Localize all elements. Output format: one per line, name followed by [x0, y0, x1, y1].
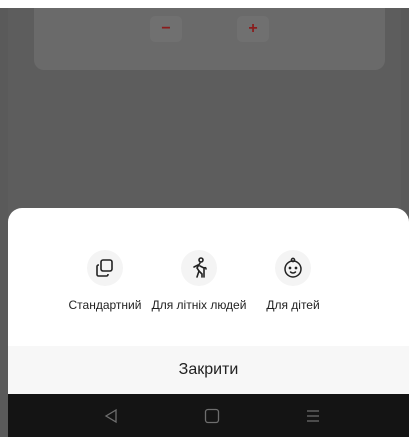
option-children[interactable]: Для дітей	[243, 250, 343, 313]
increase-button[interactable]: +	[237, 16, 269, 42]
menu-icon[interactable]	[305, 408, 321, 429]
option-standard[interactable]: Стандартний	[55, 250, 155, 313]
back-icon[interactable]	[104, 408, 118, 429]
copy-icon	[87, 250, 123, 286]
system-navigation-bar	[8, 394, 409, 437]
baby-face-icon	[275, 250, 311, 286]
decrease-button[interactable]: −	[150, 16, 182, 42]
close-button[interactable]: Закрити	[8, 346, 409, 394]
option-elderly[interactable]: Для літніх людей	[149, 250, 249, 313]
option-label: Для дітей	[266, 298, 320, 312]
option-label: Для літніх людей	[151, 298, 247, 312]
option-label: Стандартний	[68, 298, 142, 312]
background-card: − +	[34, 8, 385, 70]
home-icon[interactable]	[204, 408, 220, 429]
close-label: Закрити	[178, 361, 239, 378]
elderly-person-icon	[181, 250, 217, 286]
status-strip	[0, 0, 409, 8]
